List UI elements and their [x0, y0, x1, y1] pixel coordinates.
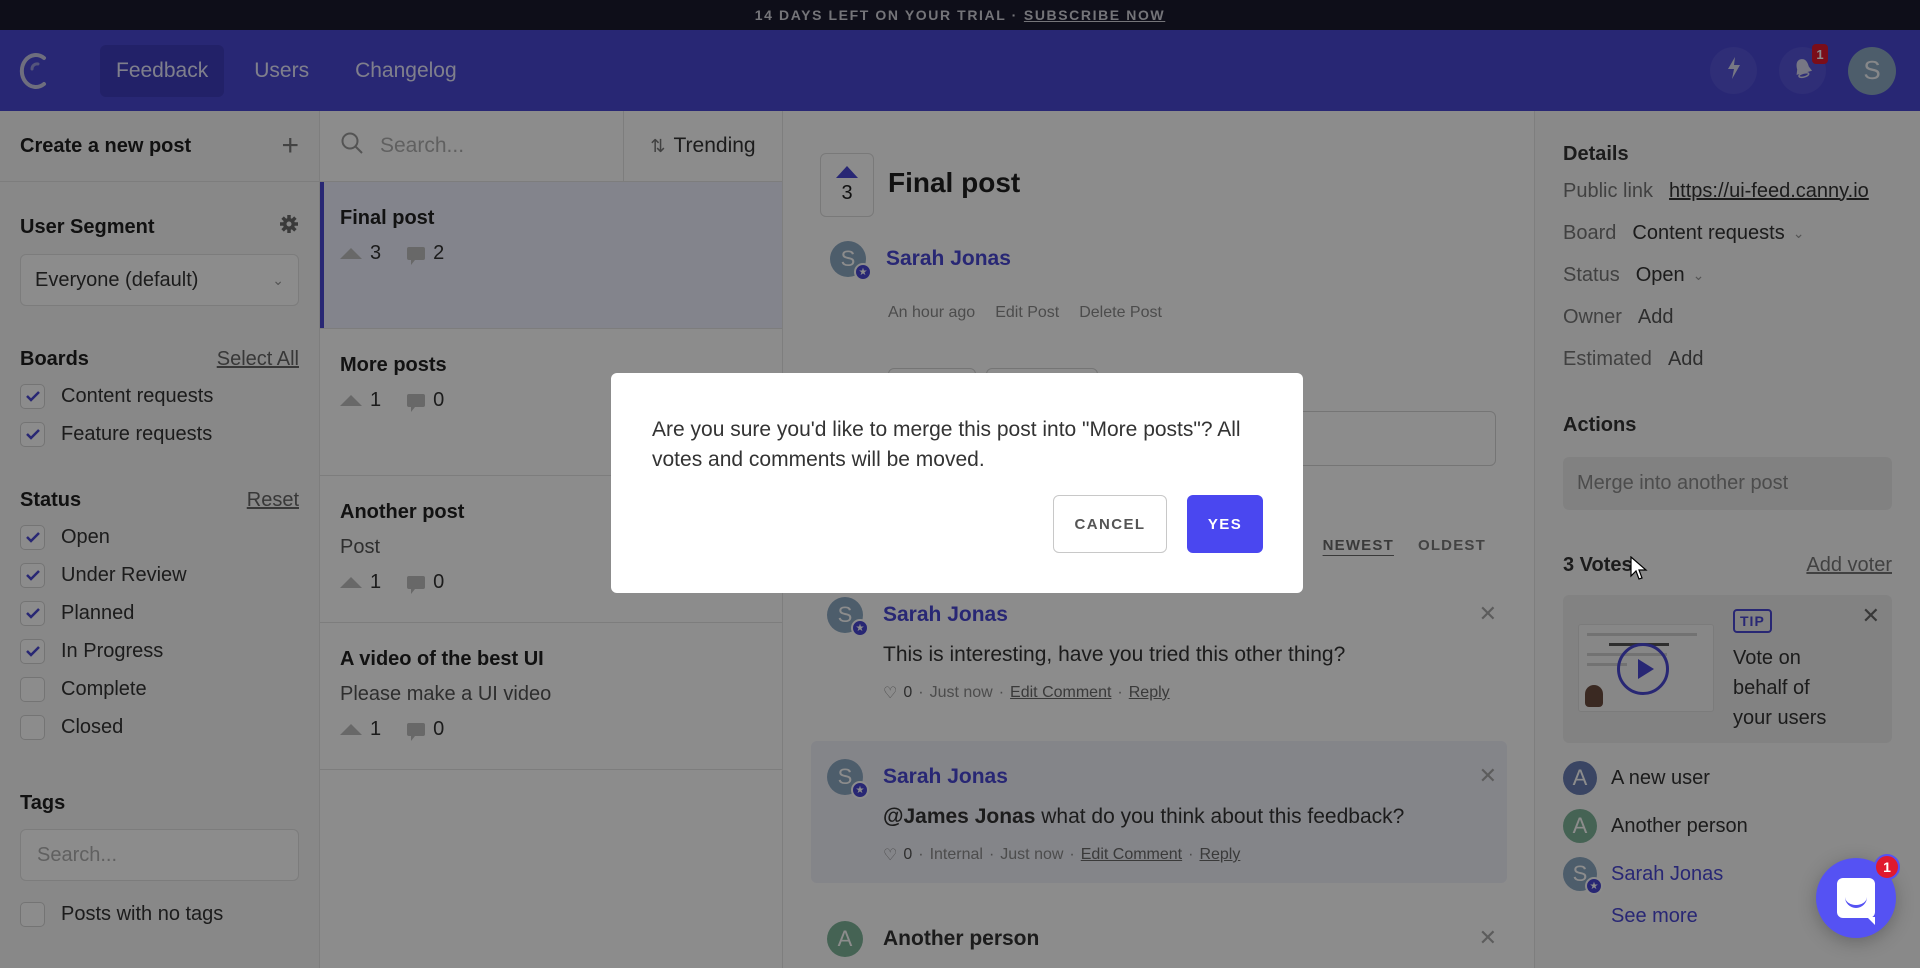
confirm-yes-button[interactable]: YES — [1187, 495, 1263, 553]
dialog-message: Are you sure you'd like to merge this po… — [652, 418, 1241, 471]
merge-confirm-dialog: Are you sure you'd like to merge this po… — [611, 373, 1303, 593]
chat-unread-badge: 1 — [1874, 854, 1900, 880]
chat-icon — [1837, 878, 1875, 925]
chat-launcher-button[interactable]: 1 — [1816, 854, 1900, 938]
mouse-cursor-icon — [1630, 555, 1648, 587]
cancel-button[interactable]: CANCEL — [1053, 495, 1167, 553]
